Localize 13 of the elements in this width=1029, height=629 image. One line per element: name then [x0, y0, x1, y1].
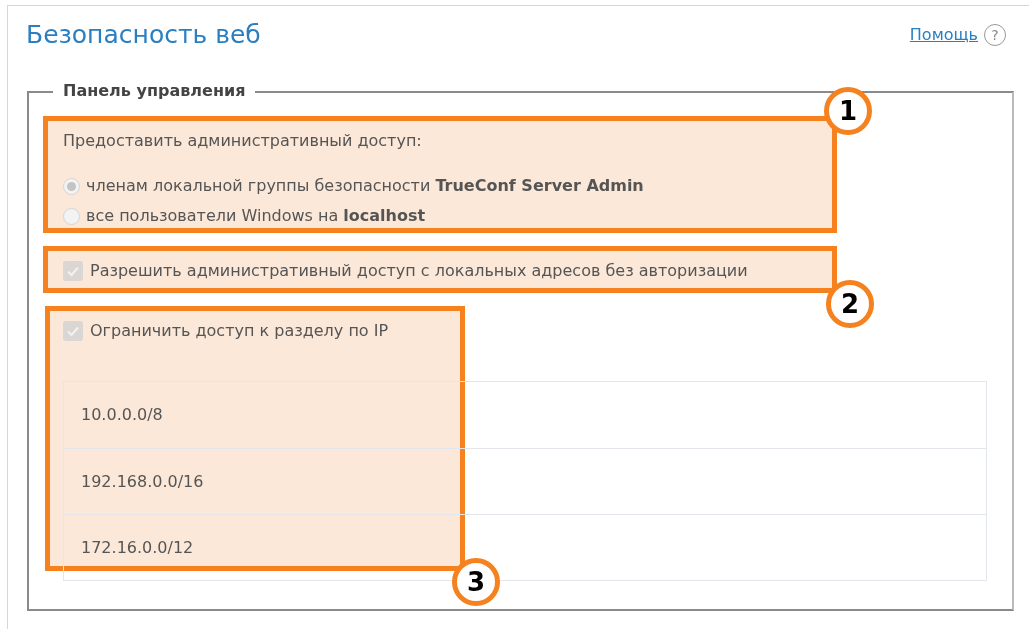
page-title: Безопасность веб: [26, 19, 261, 51]
table-cell-text: 10.0.0.0/8: [80, 404, 164, 426]
radio-label: все пользователи Windows на localhost: [86, 205, 426, 227]
checkmark-icon: [66, 324, 80, 338]
callout-number: 2: [826, 280, 874, 328]
radio-label: членам локальной группы безопасности TrueConf Server Admin: [86, 175, 644, 197]
checkmark-icon: [66, 264, 80, 278]
callout-number: 1: [824, 87, 872, 135]
access-label: Предоставить административный доступ:: [63, 130, 423, 152]
table-cell: 192.168.0.0/16: [64, 448, 986, 514]
checkbox-label: Разрешить административный доступ с локальных адресов без авторизации: [90, 260, 748, 282]
checkbox-label: Ограничить доступ к разделу по IP: [90, 320, 389, 342]
help-link[interactable]: Помощь: [909, 23, 978, 47]
